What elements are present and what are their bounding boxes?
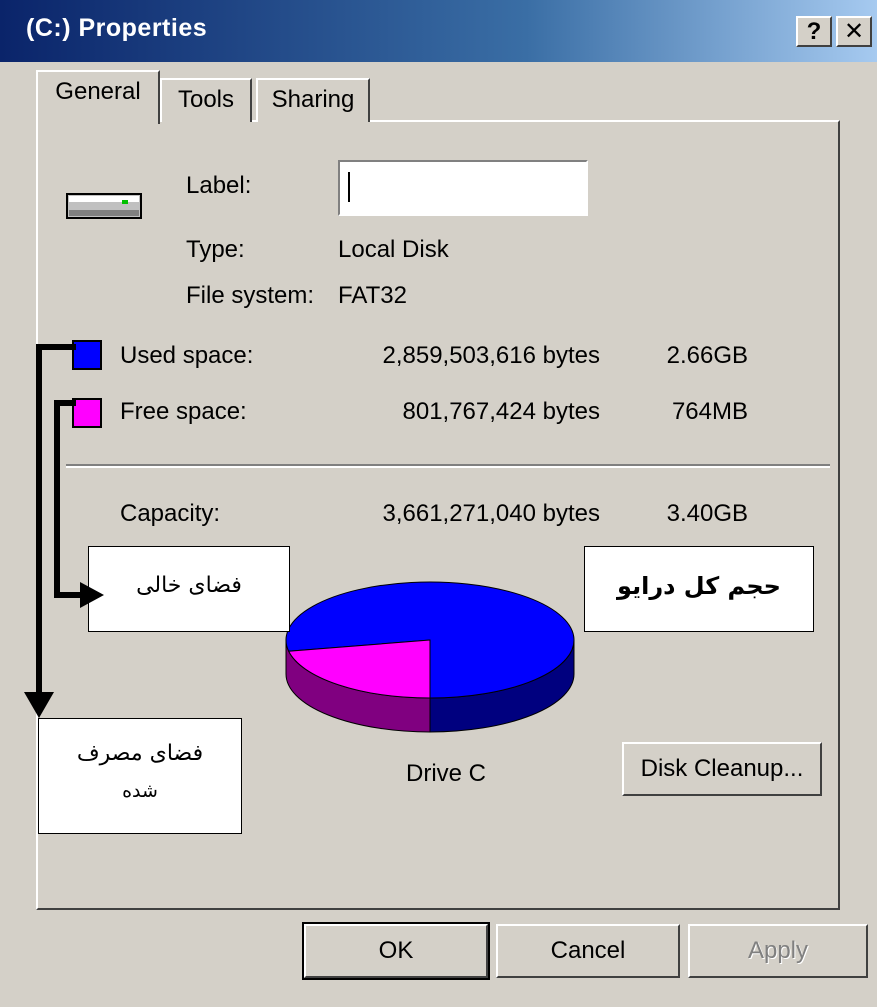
disk-usage-pie-chart — [285, 581, 575, 733]
help-button[interactable]: ? — [796, 16, 832, 47]
label-caption: Label: — [186, 172, 252, 199]
type-value: Local Disk — [338, 236, 449, 263]
annotation-used-space-line2: شده — [122, 780, 158, 802]
disk-cleanup-button[interactable]: Disk Cleanup... — [622, 742, 822, 796]
close-button[interactable]: ✕ — [836, 16, 872, 47]
used-space-size: 2.66GB — [666, 342, 748, 369]
free-space-caption: Free space: — [120, 398, 247, 425]
free-space-swatch — [72, 398, 102, 428]
capacity-size: 3.40GB — [666, 500, 748, 527]
window-title: (C:) Properties — [26, 14, 208, 42]
free-space-arrowhead-icon — [80, 582, 104, 608]
used-space-bytes: 2,859,503,616 bytes — [382, 342, 600, 369]
free-space-arrow-connector — [54, 400, 76, 406]
hard-drive-icon — [66, 193, 142, 219]
drive-label: Drive C — [406, 760, 487, 787]
title-bar[interactable]: (C:) Properties ? ✕ — [0, 0, 877, 62]
text-caret — [348, 172, 350, 202]
tab-sharing[interactable]: Sharing — [256, 78, 370, 122]
ok-button[interactable]: OK — [302, 922, 490, 980]
free-space-arrow-line — [54, 400, 60, 596]
capacity-caption: Capacity: — [120, 500, 221, 527]
capacity-bytes: 3,661,271,040 bytes — [382, 500, 600, 527]
separator-highlight — [66, 466, 830, 468]
used-space-arrow-connector — [36, 344, 76, 350]
used-space-arrow-line — [36, 344, 42, 704]
used-space-swatch — [72, 340, 102, 370]
apply-button[interactable]: Apply — [688, 924, 868, 978]
annotation-free-space: فضای خالی — [88, 546, 290, 632]
used-space-caption: Used space: — [120, 342, 254, 369]
free-space-bytes: 801,767,424 bytes — [402, 398, 601, 425]
annotation-used-space: فضای مصرف شده — [38, 718, 242, 834]
label-input[interactable] — [338, 160, 588, 216]
type-caption: Type: — [186, 236, 245, 263]
filesystem-value: FAT32 — [338, 282, 407, 309]
annotation-total-size: حجم کل درایو — [584, 546, 814, 632]
tab-general[interactable]: General — [36, 70, 160, 124]
cancel-button[interactable]: Cancel — [496, 924, 680, 978]
annotation-used-space-line1: فضای مصرف — [76, 741, 204, 766]
tab-tools[interactable]: Tools — [160, 78, 252, 122]
used-space-arrowhead-icon — [24, 692, 54, 718]
filesystem-caption: File system: — [186, 282, 315, 309]
free-space-size: 764MB — [671, 398, 748, 425]
disk-cleanup-label: Disk Cleanup... — [640, 755, 804, 782]
